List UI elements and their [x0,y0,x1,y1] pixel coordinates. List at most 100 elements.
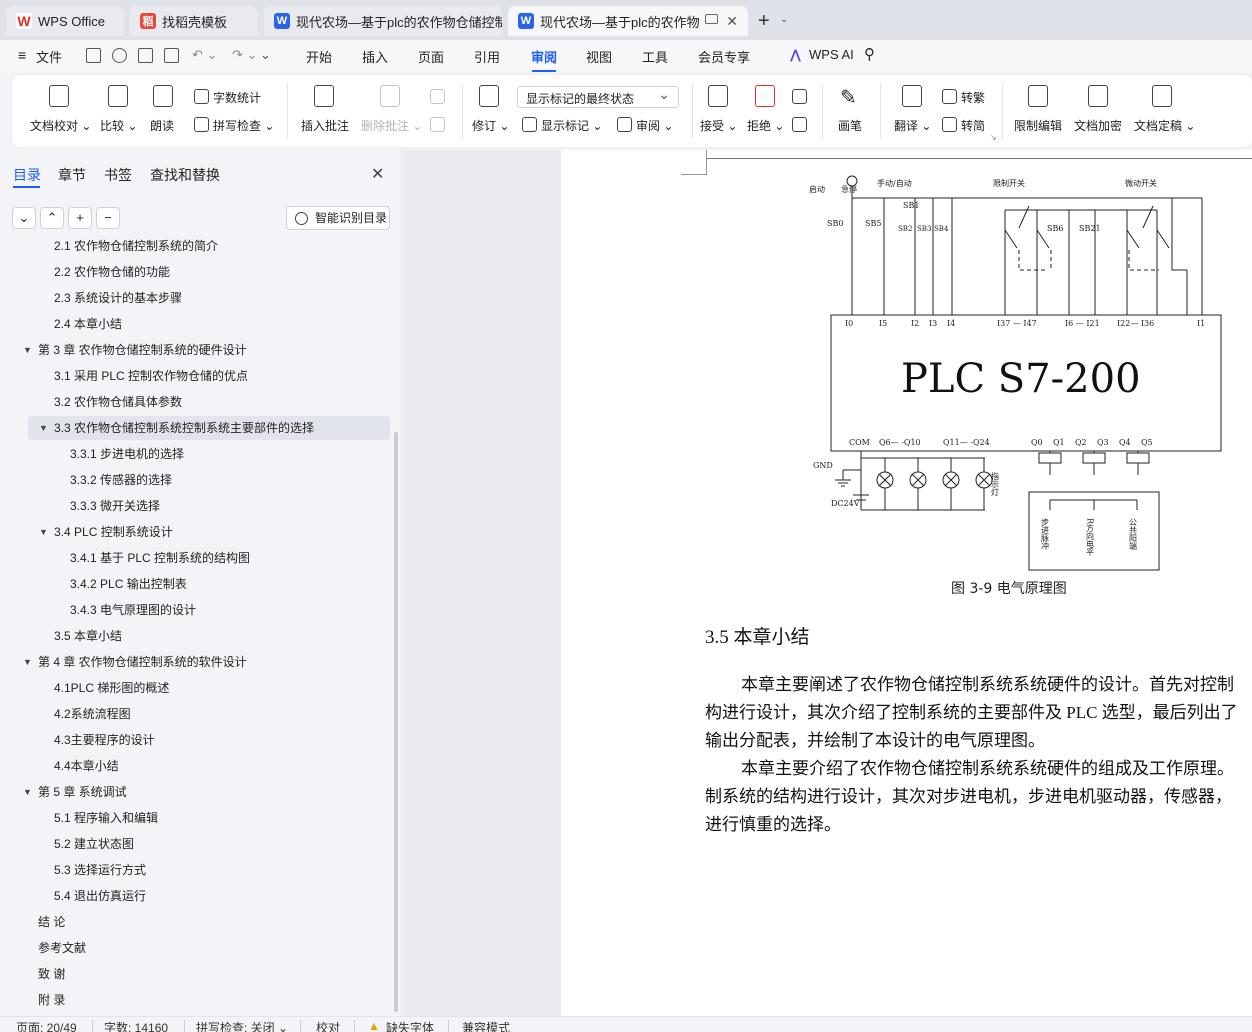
toc-item[interactable]: 结 论 [38,910,65,934]
toc-item[interactable]: 5.1 程序输入和编辑 [54,806,158,830]
toc-item[interactable]: 4.1PLC 梯形图的概述 [54,676,169,700]
tab-find-replace[interactable]: 查找和替换 [150,165,220,185]
expand-arrow-icon[interactable]: ▼ [23,650,32,674]
page-indicator[interactable]: 页面: 20/49 [16,1019,77,1032]
menu-view[interactable]: 视图 [586,47,612,66]
toc-item[interactable]: 2.1 农作物仓储控制系统的简介 [54,238,218,258]
compat-mode-status[interactable]: 兼容模式 [462,1019,510,1032]
menu-page[interactable]: 页面 [418,47,444,66]
toc-item[interactable]: 3.3.3 微开关选择 [70,494,160,518]
restrict-edit-button[interactable]: 限制编辑 [1014,117,1062,134]
wps-ai-icon[interactable]: ⋀ [790,47,801,63]
expand-arrow-icon[interactable]: ▼ [23,338,32,362]
spell-check-button[interactable]: 拼写检查 ⌄ [213,117,274,134]
smart-toc-button[interactable]: 智能识别目录 [286,206,390,230]
close-panel-icon[interactable]: ✕ [371,164,384,184]
monitor-icon[interactable] [705,14,718,24]
prev-comment-icon[interactable] [430,89,445,104]
toc-item[interactable]: 3.5 本章小结 [54,624,122,648]
expand-arrow-icon[interactable]: ▼ [39,520,48,544]
collapse-all-button[interactable]: ⌄ [12,207,36,229]
toc-item[interactable]: 3.3.1 步进电机的选择 [70,442,184,466]
show-marks-button[interactable]: 显示标记 ⌄ [541,117,602,134]
spell-check-status[interactable]: 拼写检查: 关闭 ⌄ [196,1019,288,1032]
menu-wps-ai[interactable]: WPS AI [809,47,854,62]
reject-button[interactable]: 拒绝 ⌄ [747,117,784,134]
print-preview-icon[interactable] [164,48,179,63]
tab-document-2[interactable]: W 现代农场—基于plc的农作物仓 ✕ [508,6,748,36]
tab-toc[interactable]: 目录 [13,165,41,185]
tab-document-1[interactable]: W 现代农场—基于plc的农作物仓储控制 [264,6,502,36]
word-count-button[interactable]: 字数统计 [213,89,261,106]
undo-icon[interactable]: ↶ ⌄ [192,47,217,63]
proof-status[interactable]: 校对 [316,1019,340,1032]
menu-member[interactable]: 会员专享 [698,47,750,66]
delete-comment-button[interactable]: 删除批注 ⌄ [361,117,422,134]
toc-item[interactable]: 3.4 PLC 控制系统设计 [54,520,173,544]
toc-item[interactable]: 2.3 系统设计的基本步骤 [54,286,182,310]
expand-arrow-icon[interactable]: ▼ [23,780,32,804]
more-chevron-icon[interactable]: ⌄ [260,47,271,63]
review-pane-button[interactable]: 审阅 ⌄ [636,117,673,134]
toc-item[interactable]: 3.4.2 PLC 输出控制表 [70,572,187,596]
expand-corner-icon[interactable]: ↘ [990,133,997,142]
toc-scrollbar[interactable] [394,432,398,1012]
read-aloud-button[interactable]: 朗读 [150,117,174,134]
share-icon[interactable] [112,48,127,63]
word-count-status[interactable]: 字数: 14160 [104,1019,168,1032]
toc-item[interactable]: 第 5 章 系统调试 [38,780,127,804]
toc-item[interactable]: 5.2 建立状态图 [54,832,134,856]
add-heading-button[interactable]: + [68,207,92,229]
chevron-down-icon[interactable]: ⌄ [780,14,788,25]
to-simplified-button[interactable]: 转简 [961,117,985,134]
tab-docer-template[interactable]: 稻 找稻壳模板 [130,6,258,36]
redo-icon[interactable]: ↷ ⌄ [232,47,257,63]
next-change-icon[interactable] [792,117,807,132]
insert-comment-button[interactable]: 插入批注 [301,117,349,134]
tab-chapters[interactable]: 章节 [58,165,86,185]
hamburger-icon[interactable]: ≡ [18,47,26,63]
print-icon[interactable] [138,48,153,63]
expand-up-button[interactable]: ⌃ [40,207,64,229]
toc-item[interactable]: 致 谢 [38,962,65,986]
menu-tools[interactable]: 工具 [642,47,668,66]
next-comment-icon[interactable] [430,117,445,132]
compare-button[interactable]: 比较 ⌄ [100,117,137,134]
doc-check-button[interactable]: 文档校对 ⌄ [30,117,91,134]
toc-item[interactable]: 3.1 采用 PLC 控制农作物仓储的优点 [54,364,248,388]
toc-item[interactable]: 4.3主要程序的设计 [54,728,155,752]
finalize-button[interactable]: 文档定稿 ⌄ [1134,117,1195,134]
toc-item[interactable]: 参考文献 [38,936,86,960]
menu-start[interactable]: 开始 [306,47,332,66]
tab-bookmarks[interactable]: 书签 [104,165,132,185]
missing-font-status[interactable]: 缺失字体 [386,1019,434,1032]
menu-insert[interactable]: 插入 [362,47,388,66]
prev-change-icon[interactable] [792,89,807,104]
new-tab-icon[interactable]: + [758,10,770,33]
toc-item[interactable]: 第 3 章 农作物仓储控制系统的硬件设计 [38,338,247,362]
pen-button[interactable]: 画笔 [838,117,862,134]
toc-item[interactable]: 3.3.2 传感器的选择 [70,468,172,492]
toc-item[interactable]: 第 4 章 农作物仓储控制系统的软件设计 [38,650,247,674]
save-icon[interactable] [86,48,101,63]
toc-item[interactable]: 3.2 农作物仓储具体参数 [54,390,182,414]
accept-button[interactable]: 接受 ⌄ [700,117,737,134]
translate-button[interactable]: 翻译 ⌄ [894,117,931,134]
toc-item[interactable]: 2.2 农作物仓储的功能 [54,260,170,284]
toc-item[interactable]: 2.4 本章小结 [54,312,122,336]
menu-reference[interactable]: 引用 [474,47,500,66]
document-page[interactable]: 启动 急停 手动/自动 限制开关 微动开关 SB0 SB5 SB1 SB2 SB… [561,150,1252,1016]
toc-item[interactable]: 4.4本章小结 [54,754,119,778]
toc-item[interactable]: 5.3 选择运行方式 [54,858,146,882]
menu-file[interactable]: 文件 [36,47,62,66]
toc-item[interactable]: 5.4 退出仿真运行 [54,884,146,908]
close-icon[interactable]: ✕ [726,13,738,30]
search-icon[interactable]: ⚲ [864,45,875,63]
toc-item[interactable]: 4.2系统流程图 [54,702,131,726]
menu-review[interactable]: 审阅 [531,47,557,66]
revise-button[interactable]: 修订 ⌄ [472,117,509,134]
tab-wps-office[interactable]: W WPS Office [6,6,124,36]
display-mode-select[interactable]: 显示标记的最终状态 [517,86,679,108]
to-traditional-button[interactable]: 转繁 [961,89,985,106]
toc-item[interactable]: 3.4.3 电气原理图的设计 [70,598,196,622]
